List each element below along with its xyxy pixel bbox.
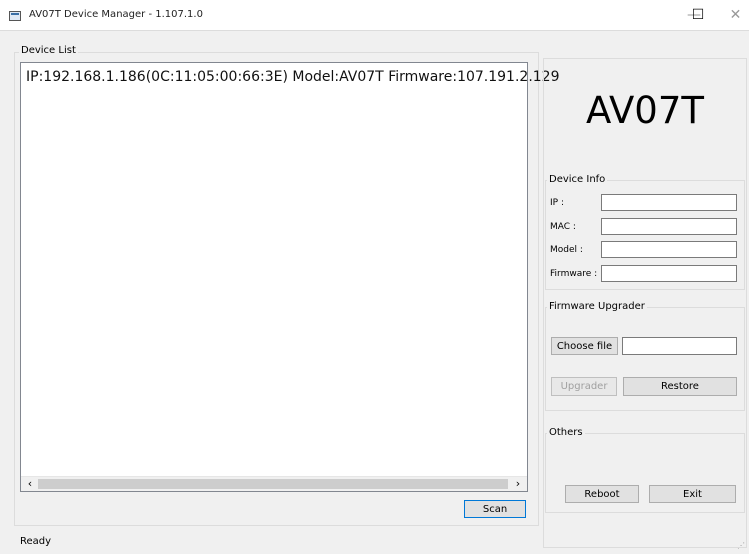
upgrader-button[interactable]: Upgrader <box>551 377 617 396</box>
choose-file-button[interactable]: Choose file <box>551 337 618 355</box>
mac-field[interactable] <box>601 218 737 235</box>
status-text: Ready <box>20 536 52 547</box>
scrollbar-thumb[interactable] <box>38 479 508 489</box>
app-window-icon <box>9 11 21 21</box>
scroll-right-icon[interactable]: › <box>511 477 525 491</box>
others-group-label: Others <box>547 427 585 438</box>
close-button[interactable]: ✕ <box>722 0 749 30</box>
firmware-upgrader-group-label: Firmware Upgrader <box>547 301 647 312</box>
device-list[interactable]: IP:192.168.1.186(0C:11:05:00:66:3E) Mode… <box>20 62 560 492</box>
scroll-left-icon[interactable]: ‹ <box>23 477 37 491</box>
reboot-button[interactable]: Reboot <box>565 485 639 503</box>
device-list-group-label: Device List <box>19 45 78 56</box>
firmware-label: Firmware : <box>550 269 598 279</box>
ip-field[interactable] <box>601 194 737 211</box>
file-path-field[interactable] <box>622 337 737 355</box>
title-bar[interactable]: AV07T Device Manager - 1.107.1.0 — ☐ ✕ <box>0 0 749 31</box>
device-info-group-label: Device Info <box>547 174 608 185</box>
restore-button[interactable]: Restore <box>623 377 737 396</box>
firmware-field[interactable] <box>601 265 737 282</box>
model-label: Model : <box>550 245 583 255</box>
model-title: AV07T <box>586 89 704 132</box>
maximize-button[interactable]: ☐ <box>676 0 720 30</box>
scan-button[interactable]: Scan <box>464 500 526 518</box>
device-list-item[interactable]: IP:192.168.1.186(0C:11:05:00:66:3E) Mode… <box>26 69 560 85</box>
model-field[interactable] <box>601 241 737 258</box>
window-title: AV07T Device Manager - 1.107.1.0 <box>29 9 203 20</box>
exit-button[interactable]: Exit <box>649 485 736 503</box>
horizontal-scrollbar[interactable]: ‹ › <box>21 476 527 491</box>
ip-label: IP : <box>550 198 564 208</box>
mac-label: MAC : <box>550 222 576 232</box>
